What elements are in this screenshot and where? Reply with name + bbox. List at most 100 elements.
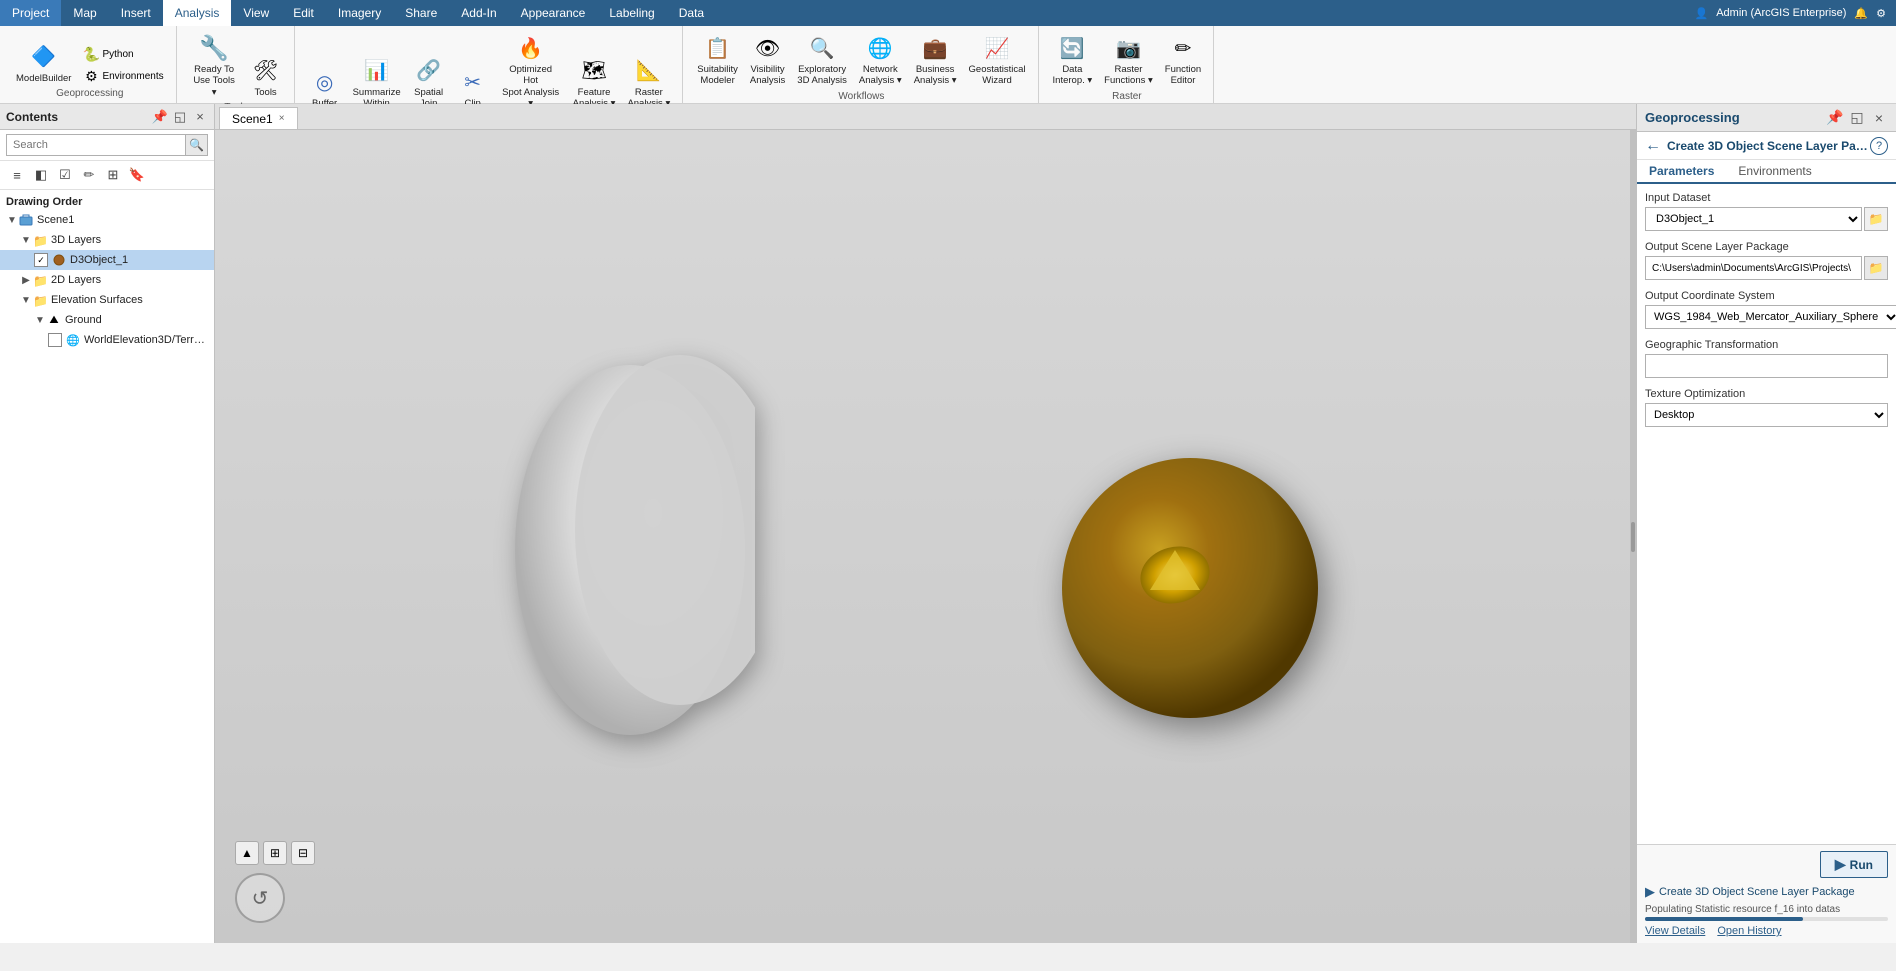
2d-layers-expand[interactable]: ▶ bbox=[20, 275, 32, 286]
exploratory-3d-button[interactable]: 🔍 Exploratory3D Analysis bbox=[793, 30, 851, 89]
d3object1-checkbox[interactable]: ✓ bbox=[34, 253, 48, 267]
run-button[interactable]: ▶ Run bbox=[1820, 851, 1888, 878]
visibility-analysis-button[interactable]: 👁 VisibilityAnalysis bbox=[746, 30, 789, 89]
help-button[interactable]: ? bbox=[1870, 137, 1888, 155]
tab-project[interactable]: Project bbox=[0, 0, 61, 26]
summarize-within-button[interactable]: 📊 SummarizeWithin bbox=[349, 53, 405, 112]
settings-icon[interactable]: ⚙ bbox=[1876, 7, 1886, 20]
network-analysis-button[interactable]: 🌐 NetworkAnalysis ▾ bbox=[855, 30, 906, 89]
geo-content: Input Dataset D3Object_1 📁 Output Scene … bbox=[1637, 184, 1896, 844]
geo-transform-input[interactable] bbox=[1645, 354, 1888, 378]
elevation-surfaces-expand[interactable]: ▼ bbox=[20, 295, 32, 306]
raster-functions-label: RasterFunctions ▾ bbox=[1104, 64, 1153, 87]
tab-edit[interactable]: Edit bbox=[281, 0, 326, 26]
scene-resizer[interactable] bbox=[1630, 130, 1636, 943]
scene1-item[interactable]: ▼ Scene1 bbox=[0, 210, 214, 230]
tab-labeling[interactable]: Labeling bbox=[597, 0, 666, 26]
world-elevation-item[interactable]: 🌐 WorldElevation3D/Terrain3D bbox=[0, 330, 214, 350]
search-button[interactable]: 🔍 bbox=[186, 134, 208, 156]
pin-icon[interactable]: 📌 bbox=[152, 109, 168, 125]
modelbuilder-button[interactable]: 🔷 ModelBuilder bbox=[12, 39, 75, 86]
geo-close-icon[interactable]: × bbox=[1870, 109, 1888, 127]
geo-status-icon: ▶ bbox=[1645, 884, 1655, 900]
compass[interactable]: ↺ bbox=[235, 873, 285, 923]
2d-layers-item[interactable]: ▶ 📁 2D Layers bbox=[0, 270, 214, 290]
back-button[interactable]: ← bbox=[1645, 137, 1661, 155]
tab-addin[interactable]: Add-In bbox=[449, 0, 508, 26]
scene1-tab[interactable]: Scene1 × bbox=[219, 107, 298, 129]
output-coord-select[interactable]: WGS_1984_Web_Mercator_Auxiliary_Sphere bbox=[1645, 305, 1896, 329]
output-coord-label: Output Coordinate System bbox=[1645, 290, 1888, 302]
layer-tool-drawing-order[interactable]: ≡ bbox=[6, 164, 28, 186]
output-package-row: 📁 bbox=[1645, 256, 1888, 280]
tab-data[interactable]: Data bbox=[667, 0, 716, 26]
output-package-input[interactable] bbox=[1645, 256, 1862, 280]
close-contents-icon[interactable]: × bbox=[192, 109, 208, 125]
texture-opt-select[interactable]: Desktop Mobile None bbox=[1645, 403, 1888, 427]
environments-button[interactable]: ⚙ Environments bbox=[79, 66, 167, 86]
tab-appearance[interactable]: Appearance bbox=[509, 0, 598, 26]
geo-status-row[interactable]: ▶ Create 3D Object Scene Layer Package bbox=[1645, 884, 1888, 900]
sphere-object bbox=[1055, 440, 1325, 730]
tools-button[interactable]: 🛠 Tools bbox=[246, 53, 286, 100]
ground-expand[interactable]: ▼ bbox=[34, 315, 46, 326]
input-dataset-select[interactable]: D3Object_1 bbox=[1645, 207, 1862, 231]
scene-tabs: Scene1 × bbox=[215, 104, 1636, 130]
raster-analysis-button[interactable]: 📐 RasterAnalysis ▾ bbox=[623, 53, 674, 112]
scene-canvas[interactable]: ▲ ⊞ ⊟ ↺ bbox=[215, 130, 1636, 943]
nav-zoom-out-button[interactable]: ⊟ bbox=[291, 841, 315, 865]
layer-tool-bookmark[interactable]: 🔖 bbox=[126, 164, 148, 186]
optimized-spot-button[interactable]: 🔥 Optimized HotSpot Analysis ▾ bbox=[497, 30, 565, 112]
3d-layers-item[interactable]: ▼ 📁 3D Layers bbox=[0, 230, 214, 250]
tab-analysis[interactable]: Analysis bbox=[163, 0, 232, 26]
3d-layers-expand[interactable]: ▼ bbox=[20, 235, 32, 246]
layer-tool-list-by-source[interactable]: ◧ bbox=[30, 164, 52, 186]
search-input[interactable] bbox=[6, 134, 186, 156]
python-label: Python bbox=[102, 49, 133, 60]
d3object1-item[interactable]: ✓ D3Object_1 bbox=[0, 250, 214, 270]
tab-map[interactable]: Map bbox=[61, 0, 108, 26]
tab-view[interactable]: View bbox=[231, 0, 281, 26]
world-elevation-checkbox[interactable] bbox=[48, 333, 62, 347]
nav-up-button[interactable]: ▲ bbox=[235, 841, 259, 865]
tab-parameters[interactable]: Parameters bbox=[1637, 160, 1726, 184]
view-details-link[interactable]: View Details bbox=[1645, 925, 1705, 937]
suitability-modeler-button[interactable]: 📋 SuitabilityModeler bbox=[693, 30, 742, 89]
environments-icon: ⚙ bbox=[83, 68, 99, 84]
open-history-link[interactable]: Open History bbox=[1717, 925, 1781, 937]
tab-insert[interactable]: Insert bbox=[109, 0, 163, 26]
business-analysis-button[interactable]: 💼 BusinessAnalysis ▾ bbox=[910, 30, 961, 89]
scene1-tab-close[interactable]: × bbox=[279, 113, 285, 124]
3d-layers-label: 3D Layers bbox=[51, 234, 101, 246]
python-button[interactable]: 🐍 Python bbox=[79, 44, 167, 64]
geo-expand-icon[interactable]: ◱ bbox=[1848, 109, 1866, 127]
raster-functions-button[interactable]: 📷 RasterFunctions ▾ bbox=[1100, 30, 1157, 89]
environments-label: Environments bbox=[102, 71, 163, 82]
layer-tool-snapping[interactable]: ⊞ bbox=[102, 164, 124, 186]
layer-tool-edit[interactable]: ✏ bbox=[78, 164, 100, 186]
drawing-order-header[interactable]: Drawing Order bbox=[0, 194, 214, 210]
ready-to-use-button[interactable]: 🔧 Ready ToUse Tools ▾ bbox=[187, 30, 242, 100]
2d-layers-icon: 📁 bbox=[32, 272, 48, 288]
tab-environments[interactable]: Environments bbox=[1726, 160, 1823, 182]
svg-text:📁: 📁 bbox=[33, 274, 47, 287]
geo-pin-icon[interactable]: 📌 bbox=[1826, 109, 1844, 127]
ground-item[interactable]: ▼ ⛰ Ground bbox=[0, 310, 214, 330]
nav-zoom-in-button[interactable]: ⊞ bbox=[263, 841, 287, 865]
elevation-surfaces-item[interactable]: ▼ 📁 Elevation Surfaces bbox=[0, 290, 214, 310]
data-interop-button[interactable]: 🔄 DataInterop. ▾ bbox=[1049, 30, 1097, 89]
function-editor-button[interactable]: ✏ FunctionEditor bbox=[1161, 30, 1205, 89]
tab-share[interactable]: Share bbox=[393, 0, 449, 26]
feature-analysis-button[interactable]: 🗺 FeatureAnalysis ▾ bbox=[569, 53, 620, 112]
input-dataset-folder-btn[interactable]: 📁 bbox=[1864, 207, 1888, 231]
ground-icon: ⛰ bbox=[46, 312, 62, 328]
layer-tool-list-by-selection[interactable]: ☑ bbox=[54, 164, 76, 186]
spatial-join-button[interactable]: 🔗 SpatialJoin bbox=[409, 53, 449, 112]
scene1-expand[interactable]: ▼ bbox=[6, 215, 18, 226]
tab-imagery[interactable]: Imagery bbox=[326, 0, 393, 26]
geostatistical-wizard-button[interactable]: 📈 GeostatisticalWizard bbox=[965, 30, 1030, 89]
notification-icon[interactable]: 🔔 bbox=[1854, 7, 1868, 20]
expand-icon[interactable]: ◱ bbox=[172, 109, 188, 125]
output-package-folder-btn[interactable]: 📁 bbox=[1864, 256, 1888, 280]
tool-title: Create 3D Object Scene Layer Pack... bbox=[1667, 139, 1870, 153]
